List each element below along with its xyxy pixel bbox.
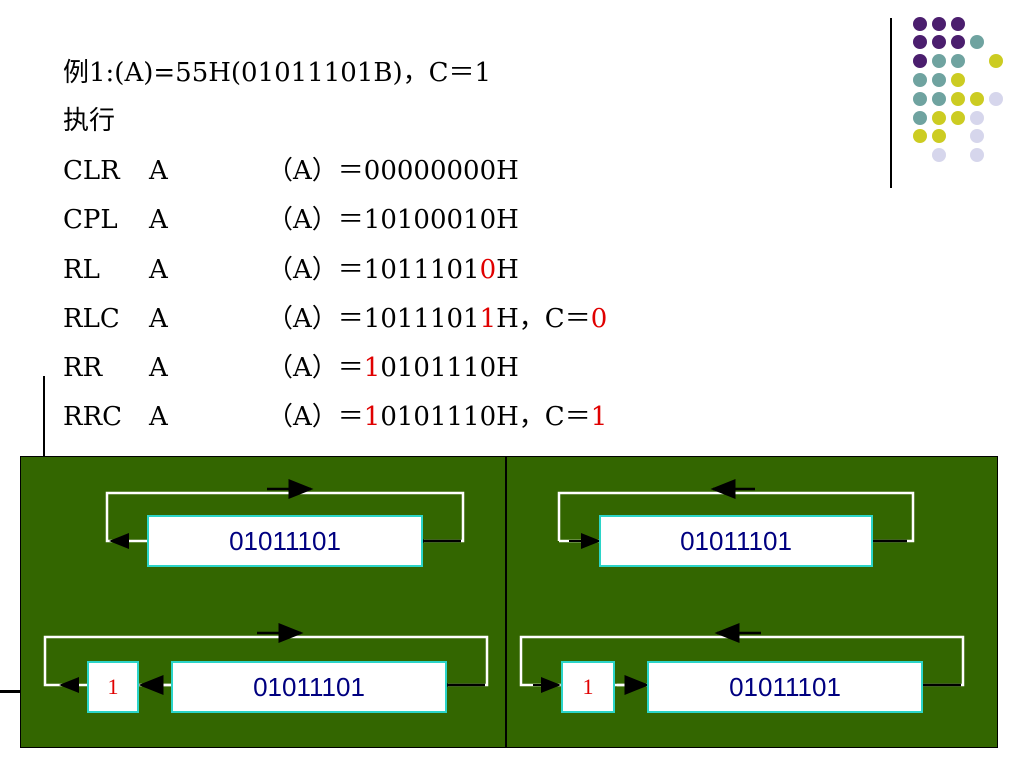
result-text: （A）＝ [267, 402, 364, 432]
decorative-dot [932, 129, 946, 143]
rlc-register-box: 01011101 [171, 661, 447, 713]
result-text: H [496, 255, 519, 285]
decorative-dot [989, 54, 1003, 68]
decorative-dot [970, 129, 984, 143]
result-highlight: 0 [479, 255, 497, 285]
result-text: （A）＝00000000H [267, 156, 519, 186]
instruction-operand: A [149, 304, 168, 334]
result-text: （A）＝1011101 [267, 304, 480, 334]
instruction-opcode: RLC [63, 304, 120, 334]
instruction-opcode: RRC [63, 402, 123, 432]
rotation-diagram-panel: 01011101 01011101 1 01011101 1 01011101 [20, 456, 998, 748]
decorative-dot [951, 35, 965, 49]
decorative-dot [932, 54, 946, 68]
decorative-dot [913, 35, 927, 49]
instruction-row: RLC A （A）＝10111011H，C＝0 [63, 298, 607, 335]
decorative-dot [913, 92, 927, 106]
decorative-dot [970, 148, 984, 162]
result-text: 0101110H，C＝ [380, 402, 591, 432]
instruction-opcode: RL [63, 255, 100, 285]
decorative-dot [932, 92, 946, 106]
instruction-opcode: CLR [63, 156, 120, 186]
decorative-dot [932, 17, 946, 31]
decorative-dot [932, 35, 946, 49]
decorative-dot [913, 73, 927, 87]
left-vertical-line [43, 376, 45, 458]
result-text: （A）＝ [267, 353, 364, 383]
decorative-dot [951, 17, 965, 31]
rlc-carry-box: 1 [87, 661, 139, 713]
rrc-carry-box: 1 [561, 661, 615, 713]
decorative-dot [970, 35, 984, 49]
decorative-dot [989, 92, 1003, 106]
decorative-dot [951, 73, 965, 87]
decorative-dot [951, 111, 965, 125]
instruction-operand: A [149, 156, 168, 186]
instruction-operand: A [149, 353, 168, 383]
instruction-row: RR A （A）＝10101110H [63, 347, 519, 384]
result-highlight: 1 [363, 353, 381, 383]
rl-register-box: 01011101 [147, 515, 423, 567]
result-highlight: 0 [590, 304, 608, 334]
instruction-operand: A [149, 205, 168, 235]
rrc-register-box: 01011101 [647, 661, 923, 713]
decorative-dot [932, 111, 946, 125]
left-edge-mark [0, 690, 22, 693]
instruction-opcode: RR [63, 353, 103, 383]
decorative-dot [970, 111, 984, 125]
instruction-row: CLR A （A）＝00000000H [63, 150, 519, 187]
result-highlight: 1 [479, 304, 497, 334]
decorative-dot [913, 111, 927, 125]
instruction-opcode: CPL [63, 205, 118, 235]
decorative-vertical-line [890, 18, 892, 188]
decorative-dot [932, 148, 946, 162]
decorative-dot [913, 54, 927, 68]
decorative-dot [913, 129, 927, 143]
result-text: 0101110H [380, 353, 519, 383]
result-text: H，C＝ [496, 304, 591, 334]
instruction-row: CPL A （A）＝10100010H [63, 199, 519, 236]
instruction-operand: A [149, 255, 168, 285]
decorative-dot [951, 92, 965, 106]
rr-register-box: 01011101 [599, 515, 873, 567]
result-text: （A）＝10100010H [267, 205, 519, 235]
instruction-row: RL A （A）＝10111010H [63, 249, 519, 286]
instruction-operand: A [149, 402, 168, 432]
result-highlight: 1 [363, 402, 381, 432]
exec-label: 执行 [63, 106, 116, 136]
decorative-dot [932, 73, 946, 87]
instruction-row: RRC A （A）＝10101110H，C＝1 [63, 396, 607, 433]
example-title: 例1:(A)=55H(01011101B)，C＝1 [63, 58, 492, 88]
result-highlight: 1 [590, 402, 608, 432]
decorative-dot [951, 54, 965, 68]
result-text: （A）＝1011101 [267, 255, 480, 285]
decorative-dot [913, 17, 927, 31]
decorative-dot [970, 92, 984, 106]
